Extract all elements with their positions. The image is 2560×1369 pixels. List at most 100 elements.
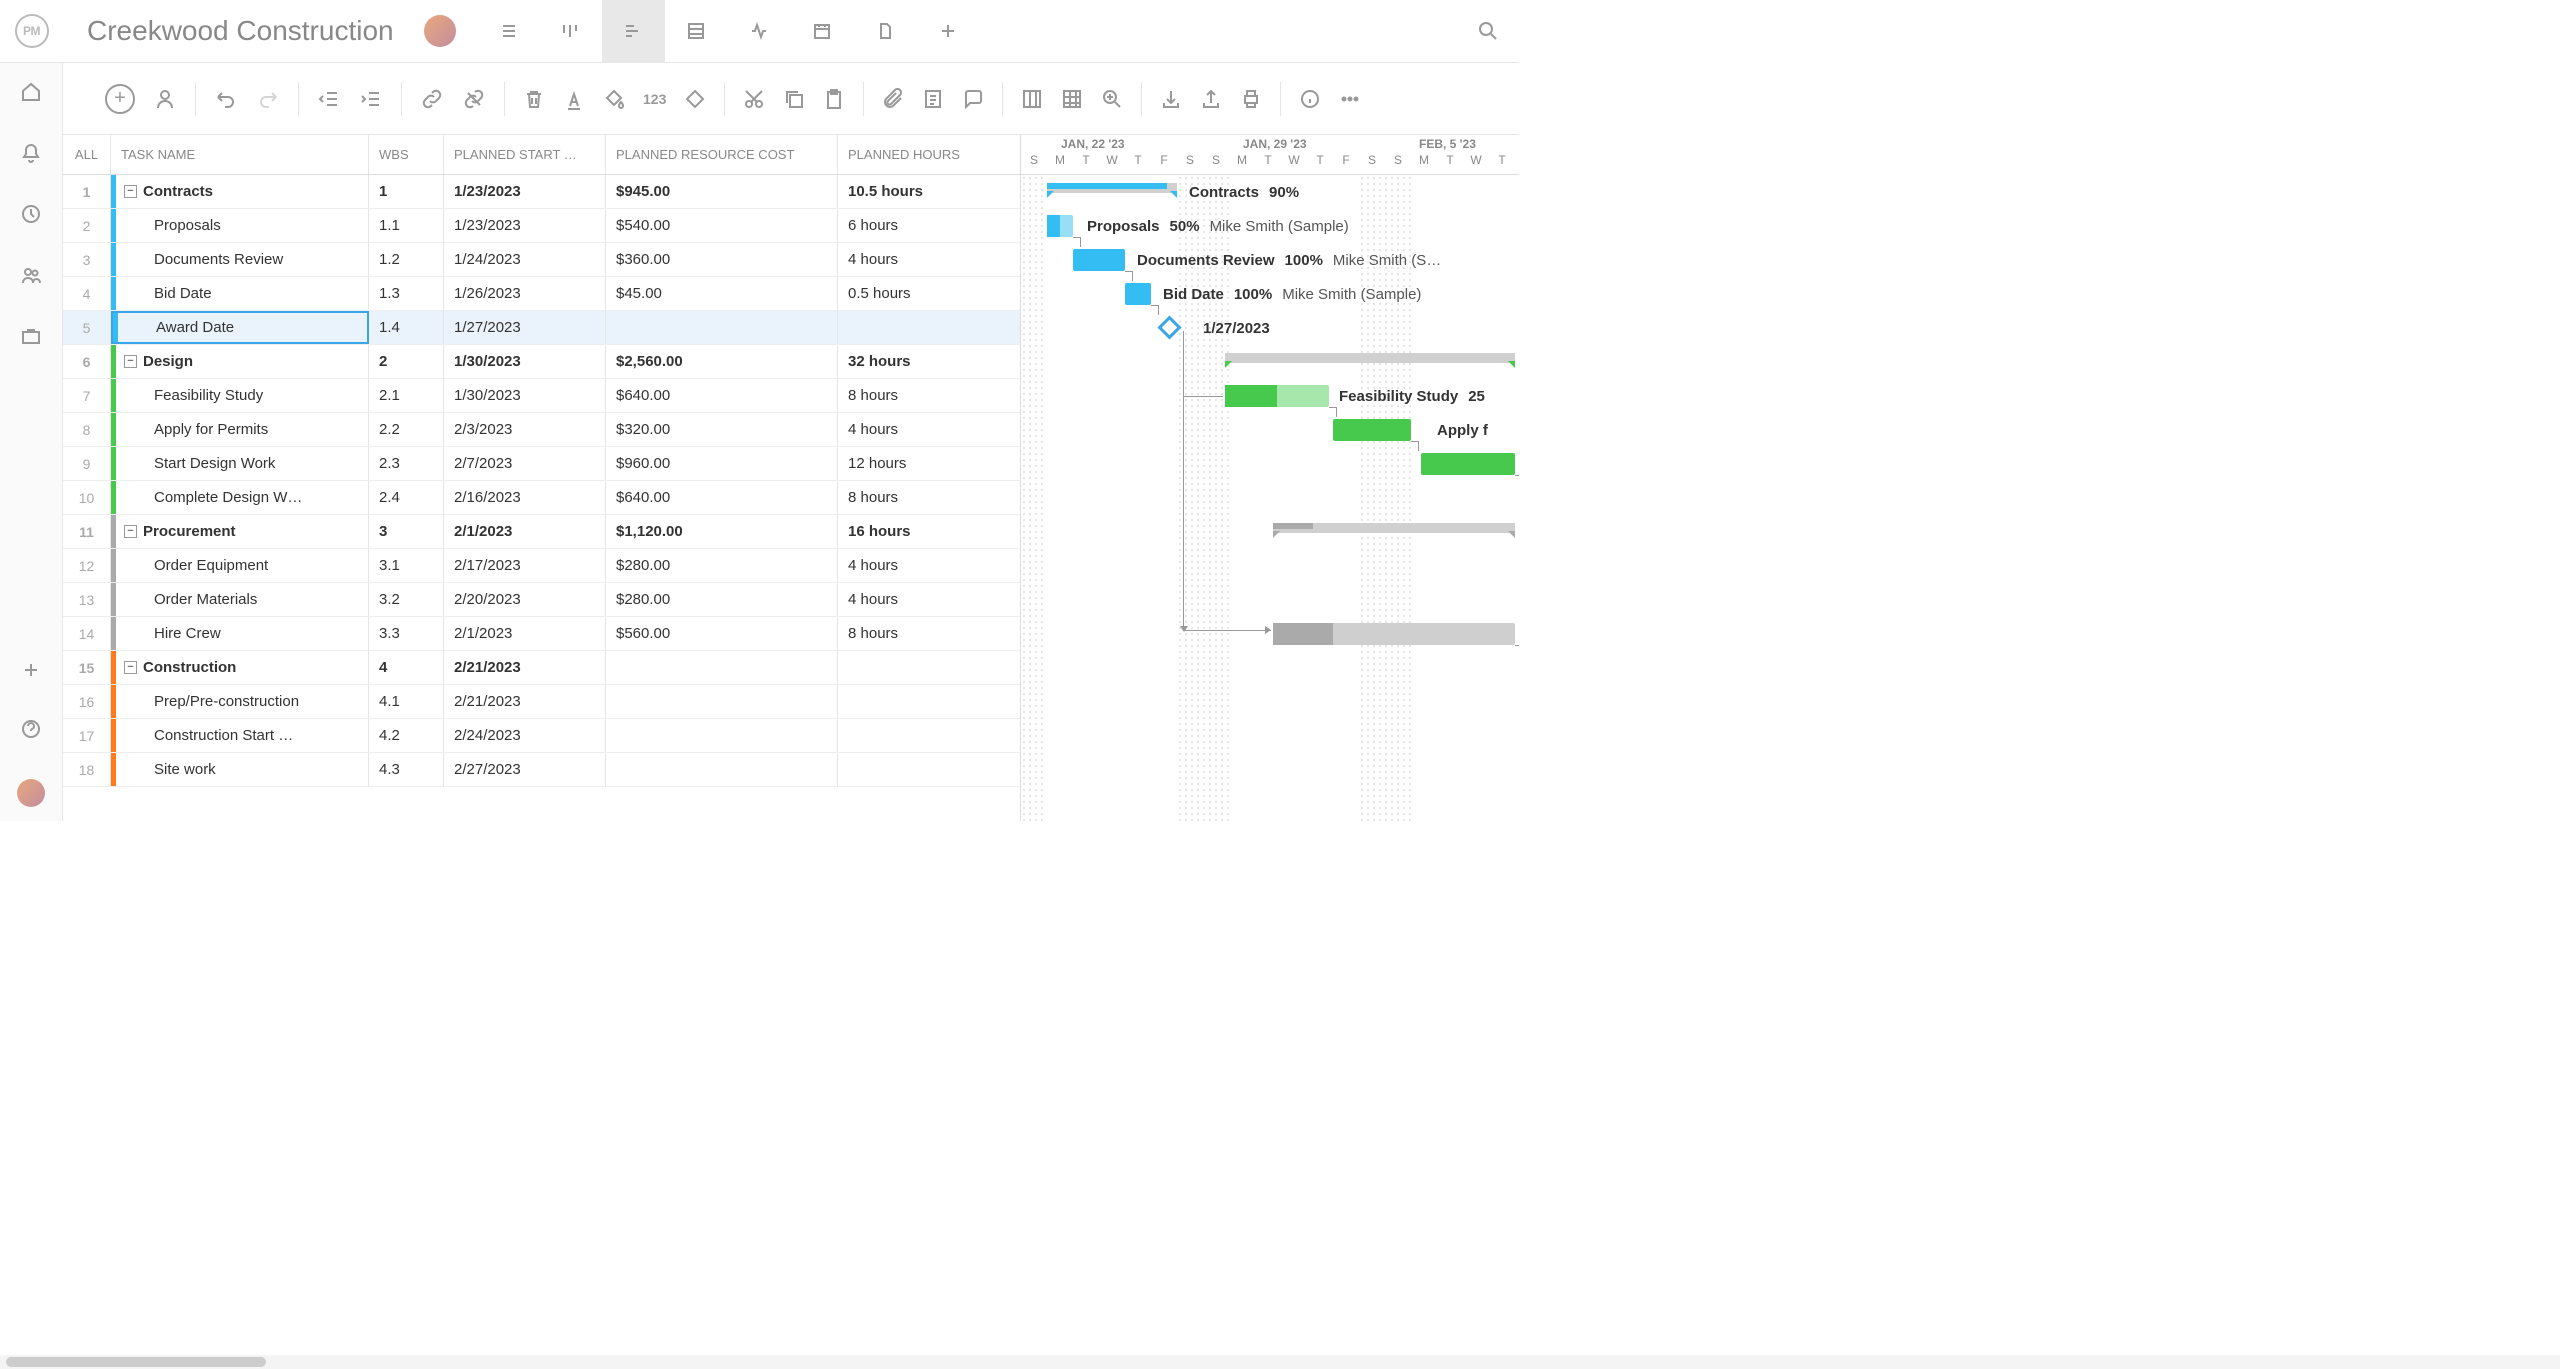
table-row[interactable]: 16Prep/Pre-construction4.12/21/2023 bbox=[63, 685, 1020, 719]
team-icon[interactable] bbox=[20, 264, 42, 291]
columns-button[interactable] bbox=[1021, 88, 1043, 110]
task-name-cell[interactable]: Bid Date bbox=[111, 277, 369, 310]
table-row[interactable]: 10Complete Design W…2.42/16/2023$640.008… bbox=[63, 481, 1020, 515]
tab-list-view[interactable] bbox=[476, 0, 539, 63]
print-button[interactable] bbox=[1240, 88, 1262, 110]
task-name-cell[interactable]: Complete Design W… bbox=[111, 481, 369, 514]
text-format-button[interactable] bbox=[563, 88, 585, 110]
gantt-bar[interactable] bbox=[1073, 249, 1125, 271]
help-icon[interactable] bbox=[20, 718, 42, 745]
delete-button[interactable] bbox=[523, 88, 545, 110]
fill-color-button[interactable] bbox=[603, 88, 625, 110]
table-row[interactable]: 3Documents Review1.21/24/2023$360.004 ho… bbox=[63, 243, 1020, 277]
table-row[interactable]: 8Apply for Permits2.22/3/2023$320.004 ho… bbox=[63, 413, 1020, 447]
task-name-cell[interactable]: −Contracts bbox=[111, 175, 369, 208]
col-cost[interactable]: PLANNED RESOURCE COST bbox=[606, 135, 838, 174]
number-format-button[interactable]: 123 bbox=[643, 91, 666, 107]
add-icon[interactable] bbox=[22, 661, 40, 684]
col-all[interactable]: ALL bbox=[63, 135, 111, 174]
task-name-cell[interactable]: Feasibility Study bbox=[111, 379, 369, 412]
task-name-cell[interactable]: Award Date bbox=[111, 311, 369, 344]
cut-button[interactable] bbox=[743, 88, 765, 110]
col-wbs[interactable]: WBS bbox=[369, 135, 444, 174]
undo-button[interactable] bbox=[214, 87, 238, 111]
table-row[interactable]: 6−Design21/30/2023$2,560.0032 hours bbox=[63, 345, 1020, 379]
search-icon[interactable] bbox=[1456, 20, 1519, 42]
tab-sheet-view[interactable] bbox=[665, 0, 728, 63]
indent-button[interactable] bbox=[359, 87, 383, 111]
task-name-cell[interactable]: Hire Crew bbox=[111, 617, 369, 650]
table-row[interactable]: 5Award Date1.41/27/2023 bbox=[63, 311, 1020, 345]
grid-button[interactable] bbox=[1061, 88, 1083, 110]
gantt-bar[interactable] bbox=[1273, 623, 1515, 645]
table-row[interactable]: 9Start Design Work2.32/7/2023$960.0012 h… bbox=[63, 447, 1020, 481]
col-name[interactable]: TASK NAME bbox=[111, 135, 369, 174]
export-button[interactable] bbox=[1200, 88, 1222, 110]
tab-add-view[interactable] bbox=[917, 0, 980, 63]
task-name-cell[interactable]: Order Materials bbox=[111, 583, 369, 616]
table-row[interactable]: 18Site work4.32/27/2023 bbox=[63, 753, 1020, 787]
milestone-button[interactable] bbox=[684, 88, 706, 110]
table-row[interactable]: 13Order Materials3.22/20/2023$280.004 ho… bbox=[63, 583, 1020, 617]
gantt-bar[interactable] bbox=[1333, 419, 1411, 441]
redo-button[interactable] bbox=[256, 87, 280, 111]
task-name-cell[interactable]: Prep/Pre-construction bbox=[111, 685, 369, 718]
copy-button[interactable] bbox=[783, 88, 805, 110]
grid-scrollbar[interactable] bbox=[0, 1355, 2560, 1369]
collapse-icon[interactable]: − bbox=[124, 355, 137, 368]
gantt-bar[interactable] bbox=[1225, 385, 1329, 407]
tab-file-view[interactable] bbox=[854, 0, 917, 63]
col-hours[interactable]: PLANNED HOURS bbox=[838, 135, 1018, 174]
logo[interactable]: PM bbox=[0, 0, 63, 63]
notes-button[interactable] bbox=[922, 88, 944, 110]
task-name-cell[interactable]: Start Design Work bbox=[111, 447, 369, 480]
info-button[interactable] bbox=[1299, 88, 1321, 110]
table-row[interactable]: 17Construction Start …4.22/24/2023 bbox=[63, 719, 1020, 753]
comments-button[interactable] bbox=[962, 88, 984, 110]
user-avatar[interactable] bbox=[17, 779, 45, 807]
unlink-button[interactable] bbox=[462, 87, 486, 111]
attachment-button[interactable] bbox=[882, 88, 904, 110]
project-avatar[interactable] bbox=[424, 15, 456, 47]
col-start[interactable]: PLANNED START … bbox=[444, 135, 606, 174]
collapse-icon[interactable]: − bbox=[124, 185, 137, 198]
gantt-summary-bar[interactable] bbox=[1225, 353, 1515, 363]
collapse-icon[interactable]: − bbox=[124, 525, 137, 538]
task-name-cell[interactable]: Order Equipment bbox=[111, 549, 369, 582]
tab-gantt-view[interactable] bbox=[602, 0, 665, 63]
gantt-summary-bar[interactable] bbox=[1047, 183, 1177, 193]
gantt-bar[interactable] bbox=[1047, 215, 1073, 237]
project-title[interactable]: Creekwood Construction bbox=[87, 15, 394, 47]
table-row[interactable]: 12Order Equipment3.12/17/2023$280.004 ho… bbox=[63, 549, 1020, 583]
table-row[interactable]: 15−Construction42/21/2023 bbox=[63, 651, 1020, 685]
gantt-milestone[interactable] bbox=[1157, 315, 1181, 339]
more-button[interactable] bbox=[1339, 88, 1361, 110]
outdent-button[interactable] bbox=[317, 87, 341, 111]
table-row[interactable]: 7Feasibility Study2.11/30/2023$640.008 h… bbox=[63, 379, 1020, 413]
task-name-cell[interactable]: −Design bbox=[111, 345, 369, 378]
assign-button[interactable] bbox=[153, 87, 177, 111]
tab-activity-view[interactable] bbox=[728, 0, 791, 63]
table-row[interactable]: 14Hire Crew3.32/1/2023$560.008 hours bbox=[63, 617, 1020, 651]
table-row[interactable]: 4Bid Date1.31/26/2023$45.000.5 hours bbox=[63, 277, 1020, 311]
paste-button[interactable] bbox=[823, 88, 845, 110]
task-name-cell[interactable]: Apply for Permits bbox=[111, 413, 369, 446]
task-name-cell[interactable]: Site work bbox=[111, 753, 369, 786]
home-icon[interactable] bbox=[20, 81, 42, 108]
table-row[interactable]: 11−Procurement32/1/2023$1,120.0016 hours bbox=[63, 515, 1020, 549]
task-name-cell[interactable]: −Procurement bbox=[111, 515, 369, 548]
table-row[interactable]: 2Proposals1.11/23/2023$540.006 hours bbox=[63, 209, 1020, 243]
tab-board-view[interactable] bbox=[539, 0, 602, 63]
task-name-cell[interactable]: Construction Start … bbox=[111, 719, 369, 752]
gantt-summary-bar[interactable] bbox=[1273, 523, 1515, 533]
recent-icon[interactable] bbox=[20, 203, 42, 230]
collapse-icon[interactable]: − bbox=[124, 661, 137, 674]
add-task-button[interactable]: + bbox=[105, 84, 135, 114]
gantt-bar[interactable] bbox=[1125, 283, 1151, 305]
table-row[interactable]: 1−Contracts11/23/2023$945.0010.5 hours bbox=[63, 175, 1020, 209]
gantt-bar[interactable] bbox=[1421, 453, 1515, 475]
tab-calendar-view[interactable] bbox=[791, 0, 854, 63]
portfolio-icon[interactable] bbox=[20, 325, 42, 352]
task-name-cell[interactable]: Proposals bbox=[111, 209, 369, 242]
link-button[interactable] bbox=[420, 87, 444, 111]
